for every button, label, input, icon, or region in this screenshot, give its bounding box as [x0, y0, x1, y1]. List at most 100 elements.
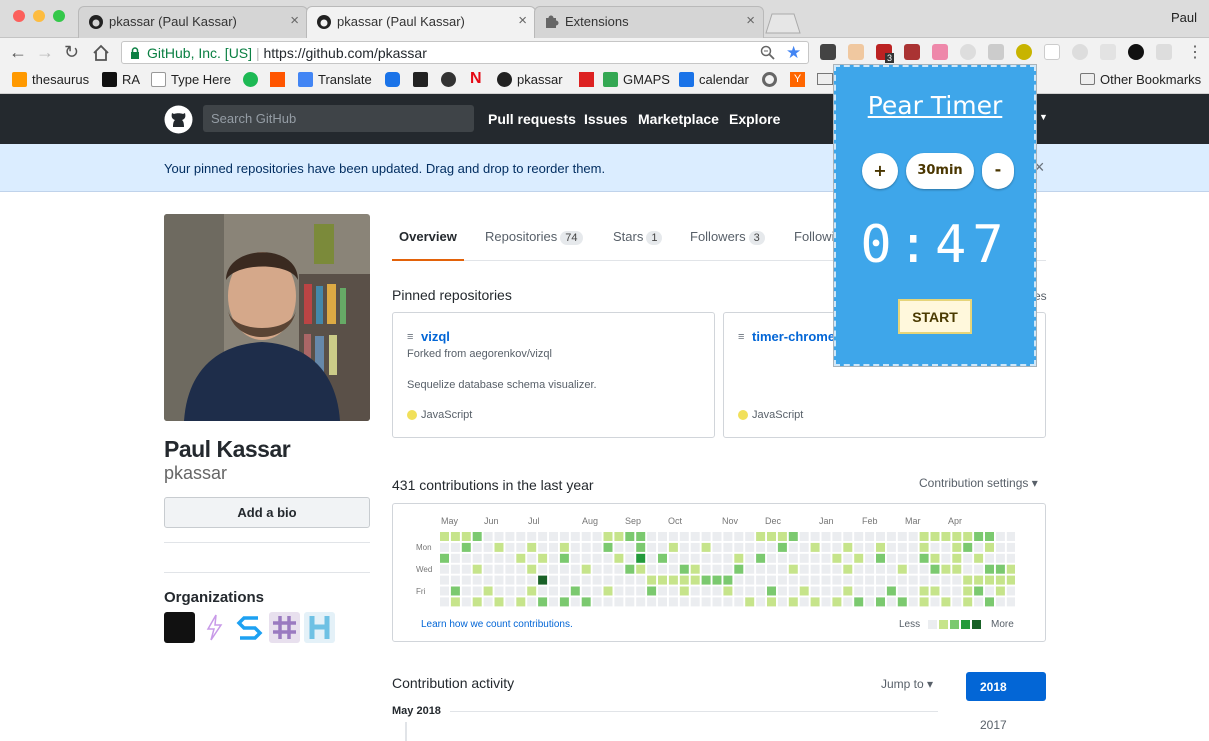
close-tab-icon[interactable]: × — [746, 12, 755, 29]
contribution-day[interactable] — [625, 542, 635, 552]
contribution-day[interactable] — [527, 542, 537, 552]
contribution-day[interactable] — [647, 542, 657, 552]
contribution-day[interactable] — [1006, 564, 1015, 574]
contribution-day[interactable] — [799, 575, 809, 585]
contribution-day[interactable] — [865, 532, 875, 541]
contribution-day[interactable] — [810, 542, 820, 552]
folder-icon[interactable] — [817, 73, 833, 85]
contribution-day[interactable] — [494, 586, 504, 596]
bookmark-red-icon[interactable] — [579, 72, 594, 87]
contribution-day[interactable] — [625, 575, 635, 585]
contribution-day[interactable] — [897, 575, 907, 585]
contribution-day[interactable] — [549, 597, 558, 607]
contribution-day[interactable] — [527, 597, 537, 607]
contribution-day[interactable] — [690, 532, 700, 541]
contribution-day[interactable] — [734, 586, 744, 596]
contribution-day[interactable] — [952, 532, 962, 541]
contribution-day[interactable] — [832, 542, 842, 552]
contribution-day[interactable] — [930, 542, 940, 552]
contribution-day[interactable] — [810, 532, 820, 541]
pocket-extension-icon[interactable] — [820, 44, 836, 60]
contribution-day[interactable] — [810, 564, 820, 574]
contribution-day[interactable] — [756, 575, 766, 585]
close-window-button[interactable] — [13, 10, 25, 22]
contribution-day[interactable] — [516, 575, 526, 585]
contribution-day[interactable] — [865, 575, 875, 585]
contribution-day[interactable] — [734, 553, 744, 563]
contribution-day[interactable] — [527, 564, 537, 574]
contribution-day[interactable] — [712, 564, 722, 574]
contribution-day[interactable] — [581, 575, 591, 585]
contribution-day[interactable] — [516, 597, 526, 607]
contribution-day[interactable] — [843, 597, 853, 607]
contribution-day[interactable] — [440, 532, 449, 541]
home-icon[interactable] — [92, 44, 110, 61]
contribution-day[interactable] — [690, 597, 700, 607]
contribution-day[interactable] — [854, 553, 864, 563]
bookmark-calendar[interactable]: calendar — [679, 72, 749, 87]
contribution-day[interactable] — [963, 575, 973, 585]
contribution-day[interactable] — [908, 532, 918, 541]
tab-overview[interactable]: Overview — [399, 229, 457, 244]
contribution-day[interactable] — [1006, 553, 1015, 563]
gear-extension-icon[interactable] — [988, 44, 1004, 60]
contribution-day[interactable] — [603, 564, 613, 574]
contribution-day[interactable] — [745, 586, 755, 596]
contribution-day[interactable] — [603, 597, 613, 607]
contribution-day[interactable] — [767, 542, 776, 552]
reload-icon[interactable]: ↻ — [64, 42, 79, 62]
contribution-day[interactable] — [843, 553, 853, 563]
contribution-day[interactable] — [450, 597, 460, 607]
contribution-day[interactable] — [843, 564, 853, 574]
contribution-day[interactable] — [603, 586, 613, 596]
contribution-day[interactable] — [701, 553, 711, 563]
org-avatar-bolt[interactable] — [199, 612, 230, 643]
contribution-day[interactable] — [777, 542, 787, 552]
zoom-icon[interactable] — [760, 45, 776, 61]
contribution-day[interactable] — [505, 597, 515, 607]
bookmark-star-icon[interactable]: ★ — [786, 43, 801, 63]
contribution-day[interactable] — [668, 575, 678, 585]
contribution-day[interactable] — [876, 597, 885, 607]
contribution-day[interactable] — [549, 542, 558, 552]
contribution-day[interactable] — [919, 575, 929, 585]
contribution-day[interactable] — [570, 553, 580, 563]
year-2017-link[interactable]: 2017 — [980, 718, 1007, 732]
contribution-day[interactable] — [995, 586, 1005, 596]
contribution-day[interactable] — [559, 586, 569, 596]
contribution-day[interactable] — [450, 575, 460, 585]
contribution-day[interactable] — [788, 597, 798, 607]
contribution-day[interactable] — [756, 586, 766, 596]
minimize-window-button[interactable] — [33, 10, 45, 22]
contribution-day[interactable] — [886, 597, 896, 607]
contribution-day[interactable] — [538, 542, 548, 552]
learn-contributions-link[interactable]: Learn how we count contributions. — [421, 619, 573, 630]
bookmark-ra[interactable]: RA — [102, 72, 140, 87]
contribution-day[interactable] — [614, 597, 624, 607]
bird-icon[interactable] — [385, 72, 400, 87]
contribution-day[interactable] — [854, 597, 864, 607]
contribution-day[interactable] — [985, 575, 994, 585]
contribution-day[interactable] — [549, 553, 558, 563]
contribution-day[interactable] — [897, 564, 907, 574]
contribution-day[interactable] — [516, 532, 526, 541]
contribution-day[interactable] — [527, 575, 537, 585]
contribution-day[interactable] — [941, 575, 951, 585]
org-avatar-hash[interactable] — [269, 612, 300, 643]
contribution-day[interactable] — [810, 575, 820, 585]
contribution-day[interactable] — [995, 553, 1005, 563]
contribution-day[interactable] — [777, 564, 787, 574]
contribution-day[interactable] — [559, 542, 569, 552]
contribution-day[interactable] — [538, 564, 548, 574]
contribution-day[interactable] — [941, 553, 951, 563]
contribution-day[interactable] — [647, 586, 657, 596]
pin-icon[interactable] — [413, 72, 428, 87]
contribution-day[interactable] — [897, 597, 907, 607]
contribution-day[interactable] — [832, 564, 842, 574]
contribution-day[interactable] — [908, 553, 918, 563]
contribution-day[interactable] — [886, 553, 896, 563]
start-button[interactable]: START — [898, 299, 972, 334]
contribution-day[interactable] — [636, 575, 646, 585]
contribution-day[interactable] — [767, 564, 776, 574]
blank-extension-icon[interactable] — [1044, 44, 1060, 60]
